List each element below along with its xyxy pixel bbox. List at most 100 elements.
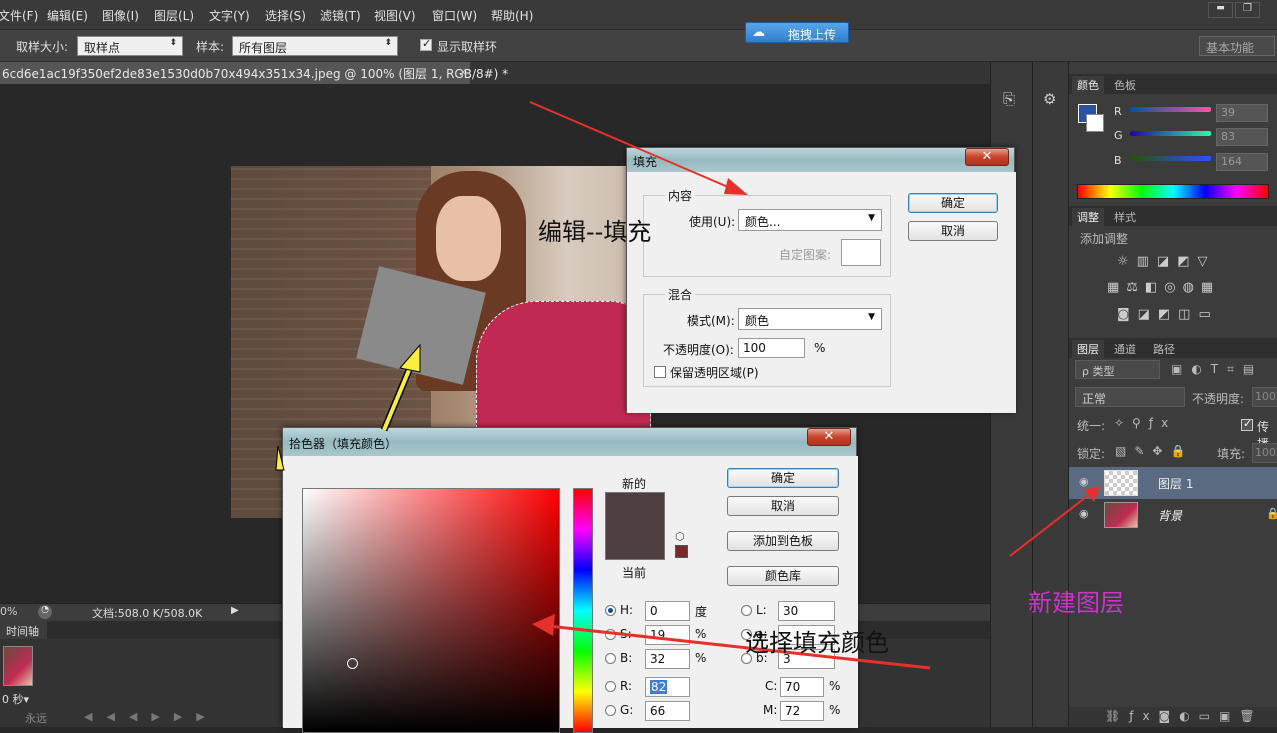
cube-icon[interactable]: ⬡ <box>675 530 685 543</box>
restore-button[interactable]: ❐ <box>1235 2 1260 18</box>
tab-timeline[interactable]: 时间轴 <box>0 621 47 639</box>
menu-image[interactable]: 图像(I) <box>102 7 139 24</box>
r-slider[interactable] <box>1130 107 1211 112</box>
l-radio[interactable] <box>741 605 752 616</box>
opacity-input[interactable]: 100 <box>738 338 805 358</box>
upload-button[interactable]: ☁ 拖拽上传 <box>745 22 849 43</box>
h-input[interactable]: 0 <box>645 601 690 621</box>
frame-thumbnail[interactable] <box>3 646 33 686</box>
triangle-right-icon[interactable]: ▶ <box>231 605 239 616</box>
hue-slider[interactable] <box>573 488 593 733</box>
picker-cursor[interactable] <box>347 658 358 669</box>
preserve-transparency-checkbox[interactable] <box>654 366 666 378</box>
layer-opacity-value[interactable]: 100 <box>1252 387 1277 407</box>
check-icon: ✓ <box>422 37 432 50</box>
menu-file[interactable]: 文件(F) <box>0 7 38 24</box>
show-ring-checkbox[interactable]: ✓ <box>420 37 432 51</box>
propagate-checkbox[interactable]: ✓ <box>1241 417 1253 431</box>
s-radio[interactable] <box>605 629 616 640</box>
workspace-button[interactable]: 基本功能 <box>1199 36 1275 56</box>
close-button[interactable]: ✕ <box>965 148 1009 166</box>
b-value[interactable]: 164 <box>1216 153 1268 171</box>
menu-view[interactable]: 视图(V) <box>374 7 416 24</box>
r-value[interactable]: 39 <box>1216 104 1268 122</box>
spectrum-bar[interactable] <box>1077 184 1269 199</box>
tab-swatches[interactable]: 色板 <box>1109 76 1141 94</box>
eye-icon[interactable]: ◉ <box>1079 475 1089 488</box>
menu-edit[interactable]: 编辑(E) <box>47 7 88 24</box>
m-input[interactable]: 72 <box>780 701 824 721</box>
menu-help[interactable]: 帮助(H) <box>491 7 533 24</box>
ok-button[interactable]: 确定 <box>727 468 839 488</box>
menu-filter[interactable]: 滤镜(T) <box>320 7 361 24</box>
menu-type[interactable]: 文字(Y) <box>209 7 250 24</box>
color-libraries-button[interactable]: 颜色库 <box>727 566 839 586</box>
adjust-panel-tabs: 调整 样式 <box>1069 206 1277 226</box>
playback-controls[interactable]: ◀◀◀▶▶▶ <box>84 710 219 723</box>
loop-select[interactable]: 永远 <box>25 710 47 726</box>
lock-icons[interactable]: ▧✎✥🔒 <box>1115 444 1193 458</box>
tab-adjustments[interactable]: 调整 <box>1072 208 1104 226</box>
tab-layers[interactable]: 图层 <box>1072 340 1104 358</box>
tab-styles[interactable]: 样式 <box>1109 208 1141 226</box>
filter-icons[interactable]: ▣◐T⌗▤ <box>1171 362 1263 377</box>
background-swatch[interactable] <box>1086 114 1104 132</box>
eye-icon[interactable]: ◉ <box>1079 507 1089 520</box>
l-input[interactable]: 30 <box>778 601 835 621</box>
adjustment-icons-row-3[interactable]: ◙◪◩◫▭ <box>1117 307 1237 322</box>
adjustment-icons-row-1[interactable]: ☼▥◪◩▽ <box>1117 254 1237 269</box>
status-icon[interactable]: ◔ <box>38 605 52 619</box>
c-input[interactable]: 70 <box>780 677 824 697</box>
ok-button[interactable]: 确定 <box>908 193 998 213</box>
menu-layer[interactable]: 图层(L) <box>154 7 194 24</box>
tab-channels[interactable]: 通道 <box>1109 340 1141 358</box>
use-select[interactable]: 颜色... ▼ <box>738 209 882 231</box>
tab-color[interactable]: 颜色 <box>1072 76 1104 94</box>
layer-name[interactable]: 背景 <box>1158 507 1182 524</box>
gamut-warning-swatch[interactable] <box>675 545 688 558</box>
fill-value[interactable]: 100 <box>1252 443 1277 463</box>
layer-row-2[interactable]: ◉ 背景 🔒 <box>1069 499 1277 531</box>
lock-icon: 🔒 <box>1266 507 1277 520</box>
g-slider[interactable] <box>1130 131 1211 136</box>
g-value[interactable]: 83 <box>1216 128 1268 146</box>
layer-name[interactable]: 图层 1 <box>1158 475 1193 492</box>
adjustment-icons-row-2[interactable]: ▦⚖◧◎◍▦ <box>1107 280 1247 295</box>
blend-mode-select[interactable]: 正常 <box>1075 387 1185 407</box>
r-radio[interactable] <box>605 681 616 692</box>
cancel-button[interactable]: 取消 <box>727 496 839 516</box>
sample-size-select[interactable]: 取样点 ⬍ <box>77 36 183 56</box>
zoom-readout[interactable]: 0% <box>0 605 17 618</box>
s-input[interactable]: 19 <box>645 625 690 645</box>
cancel-button[interactable]: 取消 <box>908 221 998 241</box>
r-input[interactable]: 82 <box>645 677 690 697</box>
close-button[interactable]: ✕ <box>807 428 851 446</box>
layer-bottom-icons[interactable]: ⛓ƒx◙◐▭▣🗑 <box>1069 707 1277 727</box>
history-icon[interactable]: ⎘ <box>1003 90 1015 108</box>
g-radio[interactable] <box>605 705 616 716</box>
unify-icons[interactable]: ✧⚲ƒx <box>1114 416 1176 430</box>
saturation-brightness-field[interactable] <box>302 488 560 733</box>
frame-time[interactable]: 0 秒▾ <box>2 691 29 707</box>
h-radio[interactable] <box>605 605 616 616</box>
menu-window[interactable]: 窗口(W) <box>432 7 477 24</box>
close-icon[interactable]: × <box>458 65 468 79</box>
mode-select[interactable]: 颜色 ▼ <box>738 308 882 330</box>
sample-select[interactable]: 所有图层 ⬍ <box>232 36 398 56</box>
color-picker-titlebar[interactable]: 拾色器（填充颜色） <box>283 428 856 456</box>
g-input[interactable]: 66 <box>645 701 690 721</box>
fill-dialog-titlebar[interactable]: 填充 <box>627 148 1014 172</box>
menu-select[interactable]: 选择(S) <box>265 7 306 24</box>
pattern-picker[interactable] <box>841 239 881 266</box>
minimize-button[interactable]: ▬ <box>1208 2 1233 18</box>
tab-paths[interactable]: 路径 <box>1148 340 1180 358</box>
layer-filter-select[interactable]: ρ 类型 <box>1075 360 1160 379</box>
b-input[interactable]: 32 <box>645 649 690 669</box>
b-slider[interactable] <box>1130 156 1211 161</box>
layer-row-1[interactable]: ◉ 图层 1 <box>1069 467 1277 499</box>
document-tab[interactable]: 6cd6e1ac19f350ef2de83e1530d0b70x494x351x… <box>0 62 508 84</box>
unify-label: 统一: <box>1077 419 1106 433</box>
b-radio[interactable] <box>605 653 616 664</box>
add-to-swatches-button[interactable]: 添加到色板 <box>727 531 839 551</box>
properties-icon[interactable]: ⚙ <box>1043 90 1056 108</box>
